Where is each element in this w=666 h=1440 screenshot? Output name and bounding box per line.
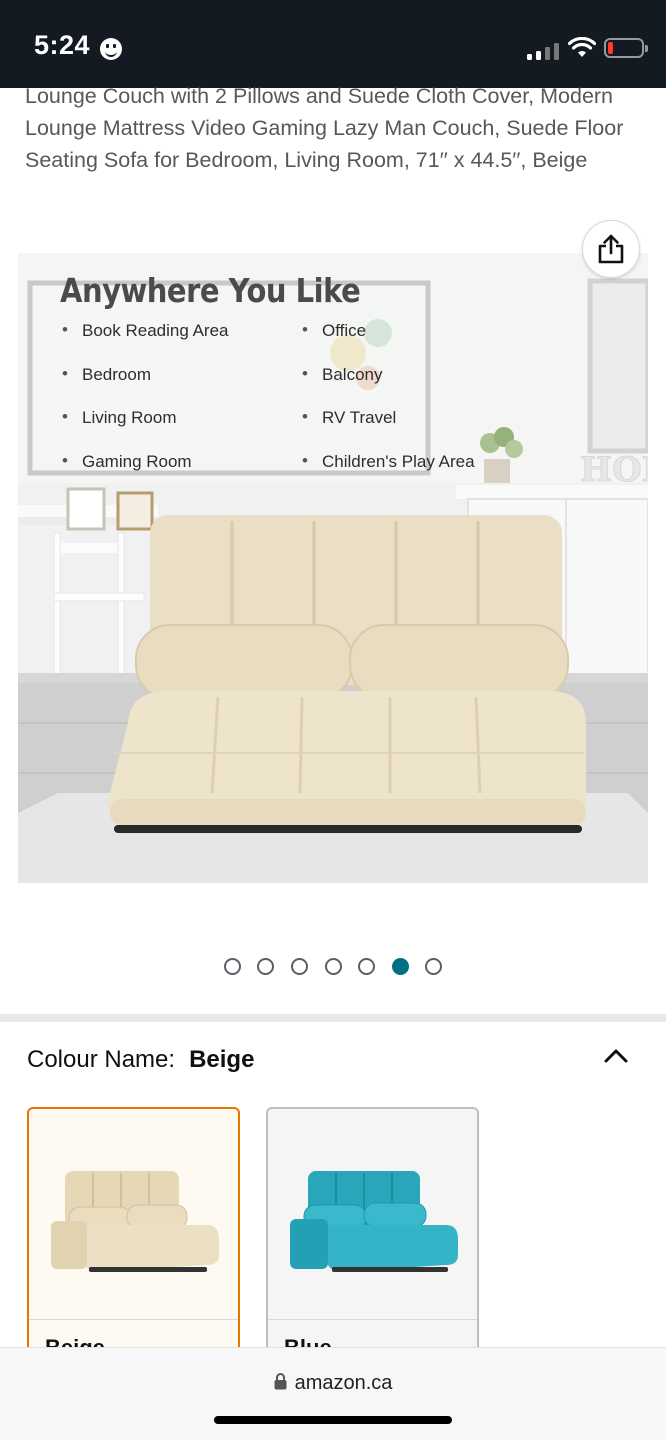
product-image[interactable]: HOME Anywhere You Li: [18, 253, 648, 883]
carousel-dot[interactable]: [325, 958, 342, 975]
feature-list-right: Office Balcony RV Travel Children's Play…: [302, 320, 475, 496]
colour-name-row[interactable]: Colour Name: Beige: [27, 1046, 254, 1074]
browser-url-bar[interactable]: amazon.ca: [0, 1347, 666, 1440]
lock-icon: [274, 1373, 287, 1390]
battery-level: [608, 42, 613, 54]
feature-item: RV Travel: [302, 407, 475, 452]
url-text: amazon.ca: [294, 1372, 393, 1394]
share-button[interactable]: [582, 220, 640, 278]
home-wall-letters: HOME: [580, 450, 648, 490]
carousel-dot[interactable]: [291, 958, 308, 975]
colour-label: Colour Name:: [27, 1046, 176, 1073]
feature-item: Office: [302, 320, 475, 365]
home-indicator[interactable]: [214, 1416, 452, 1424]
carousel-dot[interactable]: [358, 958, 375, 975]
image-heading: Anywhere You Like: [60, 271, 361, 311]
feature-list-left: Book Reading Area Bedroom Living Room Ga…: [62, 320, 229, 496]
share-icon: [598, 234, 624, 264]
cellular-signal-icon: [527, 40, 561, 60]
wifi-icon: [568, 37, 596, 57]
feature-item: Children's Play Area: [302, 451, 475, 496]
battery-icon: [604, 38, 648, 58]
feature-item: Gaming Room: [62, 451, 229, 496]
swatch-beige[interactable]: Beige: [27, 1107, 240, 1357]
status-time: 5:24: [34, 30, 91, 60]
colour-value: Beige: [189, 1046, 255, 1073]
feature-item: Living Room: [62, 407, 229, 452]
carousel-dot[interactable]: [392, 958, 409, 975]
swatch-divider: [29, 1319, 238, 1320]
carousel-dot[interactable]: [257, 958, 274, 975]
status-bar: 5:24: [0, 0, 666, 88]
beige-sofa-thumbnail: [51, 1171, 219, 1272]
swatch-divider: [268, 1319, 477, 1320]
carousel-dot[interactable]: [224, 958, 241, 975]
carousel-dots: [0, 958, 666, 978]
swatch-blue[interactable]: Blue: [266, 1107, 479, 1357]
url-display[interactable]: amazon.ca: [0, 1372, 666, 1395]
feature-item: Bedroom: [62, 364, 229, 409]
section-divider: [0, 1014, 666, 1022]
blue-sofa-thumbnail: [290, 1171, 458, 1272]
product-title: Lounge Couch with 2 Pillows and Suede Cl…: [25, 84, 624, 172]
carousel-dot[interactable]: [425, 958, 442, 975]
smiley-icon: [100, 38, 122, 60]
chevron-up-icon[interactable]: [604, 1046, 628, 1066]
feature-item: Balcony: [302, 364, 475, 409]
feature-item: Book Reading Area: [62, 320, 229, 365]
